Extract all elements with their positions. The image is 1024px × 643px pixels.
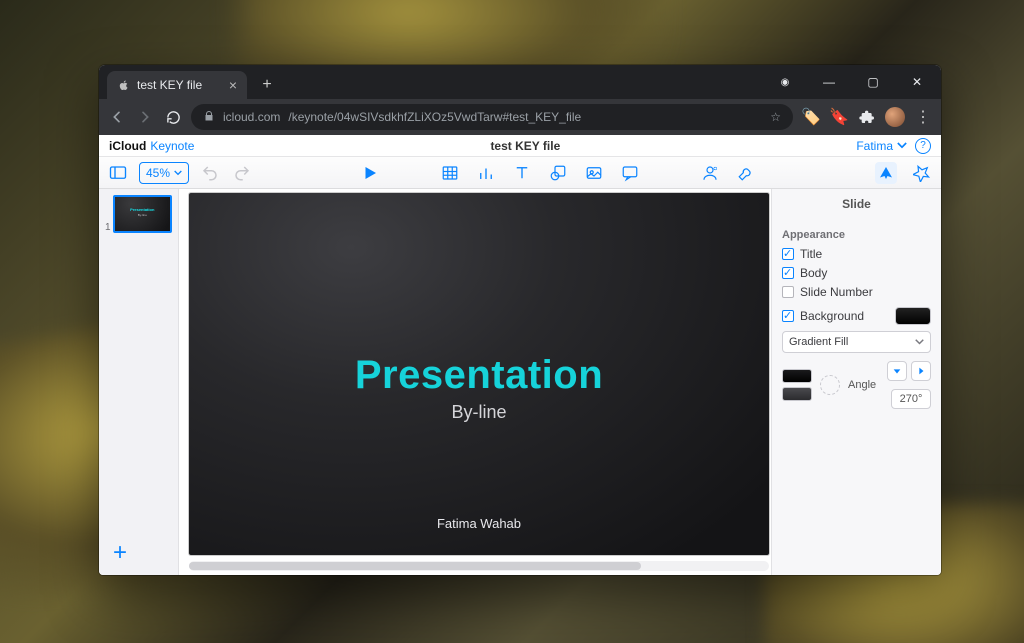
icloud-brand: iCloud: [109, 139, 146, 153]
title-checkbox[interactable]: Title: [782, 247, 931, 261]
chart-button[interactable]: [475, 162, 497, 184]
extensions-menu-icon[interactable]: [857, 107, 877, 127]
slide-title-text[interactable]: Presentation: [355, 353, 603, 398]
thumbnail-panel: 1 Presentation By-line +: [99, 189, 179, 575]
close-tab-icon[interactable]: ×: [229, 78, 237, 92]
browser-toolbar: icloud.com/keynote/04wSIVsdkhfZLiXOz5Vwd…: [99, 99, 941, 135]
angle-label: Angle: [848, 379, 876, 391]
text-button[interactable]: [511, 162, 533, 184]
shape-button[interactable]: [547, 162, 569, 184]
gradient-start-swatch[interactable]: [782, 369, 812, 383]
undo-button[interactable]: [199, 162, 221, 184]
new-tab-button[interactable]: +: [255, 73, 279, 97]
chevron-down-icon: [915, 339, 924, 345]
angle-right-button[interactable]: [911, 361, 931, 381]
checkbox-icon: [782, 286, 794, 298]
format-button[interactable]: [875, 162, 897, 184]
address-bar[interactable]: icloud.com/keynote/04wSIVsdkhfZLiXOz5Vwd…: [191, 104, 793, 130]
help-button[interactable]: ?: [915, 138, 931, 154]
play-button[interactable]: [359, 162, 381, 184]
background-swatch[interactable]: [895, 307, 931, 325]
table-button[interactable]: [439, 162, 461, 184]
icloud-header: iCloud Keynote test KEY file Fatima ?: [99, 135, 941, 157]
checkbox-icon: [782, 267, 794, 279]
appearance-heading: Appearance: [782, 229, 931, 241]
slide-canvas[interactable]: Presentation By-line Fatima Wahab: [189, 193, 769, 555]
horizontal-scrollbar[interactable]: [189, 561, 769, 571]
forward-button[interactable]: [135, 109, 155, 125]
chevron-down-icon: [174, 170, 182, 176]
canvas-area: Presentation By-line Fatima Wahab: [179, 189, 771, 575]
user-name: Fatima: [856, 139, 893, 153]
document-title[interactable]: test KEY file: [194, 139, 856, 153]
chrome-menu-icon[interactable]: ⋮: [913, 107, 933, 127]
tab-title: test KEY file: [137, 78, 202, 92]
checkbox-icon: [782, 310, 794, 322]
user-menu[interactable]: Fatima: [856, 139, 907, 153]
close-window-icon[interactable]: ✕: [897, 68, 937, 96]
chevron-down-icon: [897, 142, 907, 149]
format-inspector: Slide Appearance Title Body Slide Number: [771, 189, 941, 575]
extension-icon[interactable]: 🏷️: [801, 107, 821, 127]
angle-wheel[interactable]: [820, 375, 840, 395]
window-controls: ◉ — ▢ ✕: [765, 65, 941, 99]
back-button[interactable]: [107, 109, 127, 125]
media-button[interactable]: [583, 162, 605, 184]
collaborate-button[interactable]: [699, 162, 721, 184]
angle-down-button[interactable]: [887, 361, 907, 381]
slide-number: 1: [105, 222, 111, 233]
reload-button[interactable]: [163, 110, 183, 125]
background-checkbox[interactable]: Background: [782, 309, 864, 323]
angle-input[interactable]: [891, 389, 931, 409]
gradient-end-swatch[interactable]: [782, 387, 812, 401]
profile-avatar[interactable]: [885, 107, 905, 127]
keynote-toolbar: 45%: [99, 157, 941, 189]
checkbox-icon: [782, 248, 794, 260]
zoom-select[interactable]: 45%: [139, 162, 189, 184]
keynote-main: 1 Presentation By-line + Presentation By…: [99, 189, 941, 575]
tools-button[interactable]: [735, 162, 757, 184]
redo-button[interactable]: [231, 162, 253, 184]
slide-byline-text[interactable]: By-line: [451, 402, 506, 423]
apple-icon: [117, 78, 131, 92]
comment-button[interactable]: [619, 162, 641, 184]
add-slide-button[interactable]: +: [99, 533, 178, 575]
tab-strip: test KEY file × + ◉ — ▢ ✕: [99, 65, 941, 99]
incognito-indicator-icon: ◉: [765, 68, 805, 96]
browser-window: test KEY file × + ◉ — ▢ ✕ icloud.com/key…: [99, 65, 941, 575]
minimize-icon[interactable]: —: [809, 68, 849, 96]
url-path: /keynote/04wSIVsdkhfZLiXOz5VwdTarw#test_…: [288, 110, 581, 124]
fill-type-select[interactable]: Gradient Fill: [782, 331, 931, 353]
view-button[interactable]: [107, 162, 129, 184]
browser-tab[interactable]: test KEY file ×: [107, 71, 247, 99]
inspector-tab-slide[interactable]: Slide: [772, 189, 941, 219]
lock-icon: [203, 110, 215, 125]
extension-icon[interactable]: 🔖: [829, 107, 849, 127]
slide-author-text[interactable]: Fatima Wahab: [437, 516, 521, 531]
zoom-value: 45%: [146, 166, 170, 180]
animate-button[interactable]: [911, 162, 933, 184]
url-host: icloud.com: [223, 110, 280, 124]
body-checkbox[interactable]: Body: [782, 266, 931, 280]
bookmark-star-icon[interactable]: ☆: [770, 110, 781, 124]
keynote-brand[interactable]: Keynote: [150, 139, 194, 153]
slide-number-checkbox[interactable]: Slide Number: [782, 285, 931, 299]
slide-thumbnail[interactable]: Presentation By-line: [113, 195, 172, 233]
maximize-icon[interactable]: ▢: [853, 68, 893, 96]
